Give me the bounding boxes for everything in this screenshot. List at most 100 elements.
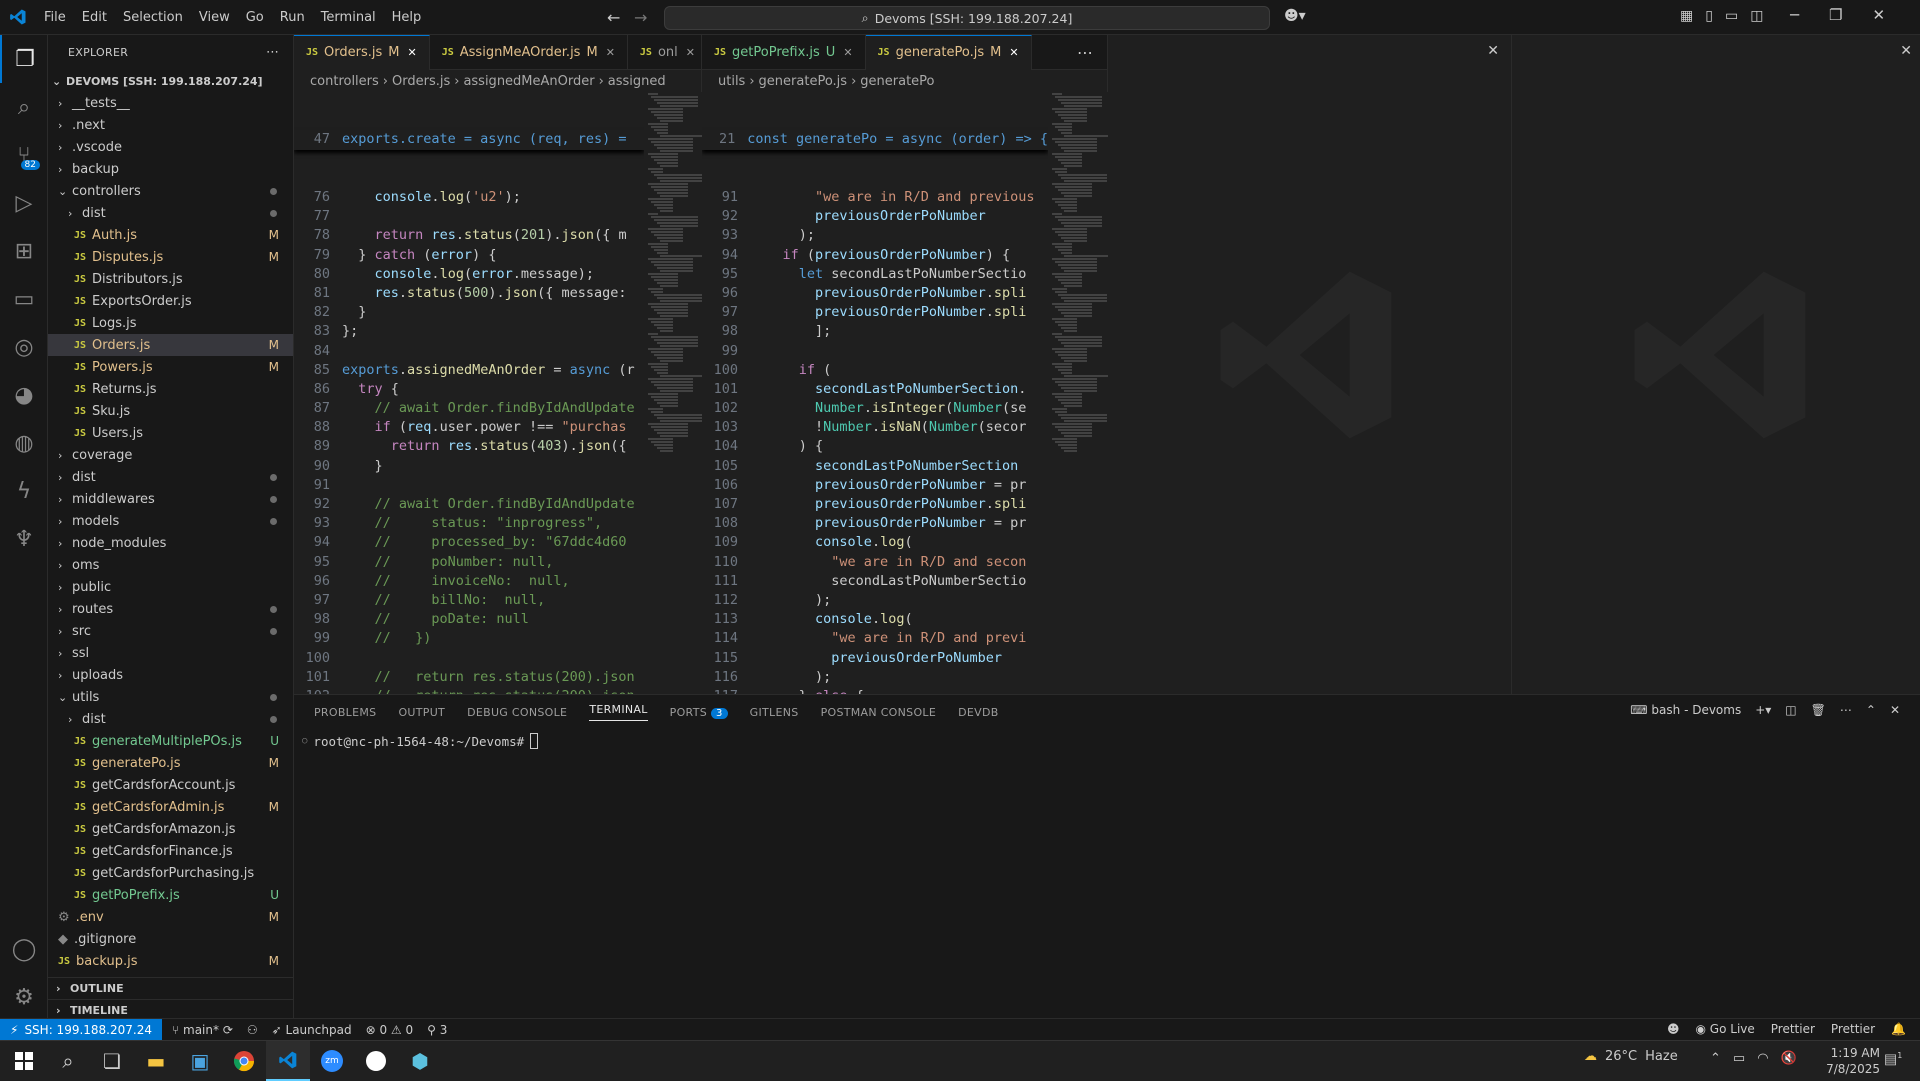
code-line[interactable]: 94 if (previousOrderPoNumber) { <box>702 246 1048 265</box>
folder-item[interactable]: › public <box>48 576 293 598</box>
menu-terminal[interactable]: Terminal <box>313 10 384 25</box>
panel-tab-terminal[interactable]: TERMINAL <box>589 703 648 721</box>
chrome-icon[interactable] <box>222 1041 266 1081</box>
code-line[interactable]: 108 previousOrderPoNumber = pr <box>702 514 1048 533</box>
remote-indicator[interactable]: ⚡ SSH: 199.188.207.24 <box>0 1018 162 1041</box>
windows-start-icon[interactable] <box>2 1041 46 1081</box>
code-line[interactable]: 97 previousOrderPoNumber.spli <box>702 303 1048 322</box>
database-icon[interactable]: ◍ <box>0 419 48 467</box>
file-item[interactable]: ◆ .gitignore <box>48 928 293 950</box>
back-arrow-icon[interactable]: ← <box>607 8 620 27</box>
forward-arrow-icon[interactable]: → <box>634 8 647 27</box>
code-line[interactable]: 94 // processed_by: "67ddc4d60 <box>294 533 644 552</box>
code-editor[interactable]: 47 exports.create = async (req, res) = 76… <box>294 92 644 694</box>
folder-item[interactable]: ⌄ utils <box>48 686 293 708</box>
code-line[interactable]: 112 ); <box>702 591 1048 610</box>
menu-view[interactable]: View <box>191 10 238 25</box>
code-line[interactable]: 78 return res.status(201).json({ m <box>294 226 644 245</box>
folder-item[interactable]: › coverage <box>48 444 293 466</box>
file-item[interactable]: JS Auth.js M <box>48 224 293 246</box>
folder-item[interactable]: › .next <box>48 114 293 136</box>
app-icon[interactable] <box>354 1041 398 1081</box>
folder-item[interactable]: › __tests__ <box>48 92 293 114</box>
code-line[interactable]: 89 return res.status(403).json({ <box>294 437 644 456</box>
code-line[interactable]: 84 <box>294 342 644 361</box>
code-line[interactable]: 116 ); <box>702 668 1048 687</box>
close-panel-icon[interactable]: ✕ <box>1890 703 1900 717</box>
run-debug-icon[interactable]: ▷ <box>0 179 48 227</box>
go-live-button[interactable]: ◉ Go Live <box>1696 1022 1755 1036</box>
copilot-icon[interactable]: ☻▾ <box>1284 8 1306 24</box>
breadcrumb-item[interactable]: controllers <box>310 74 379 89</box>
clock[interactable]: 1:19 AM 7/8/2025 <box>1810 1045 1880 1077</box>
close-tab-icon[interactable]: ✕ <box>843 46 852 59</box>
panel-tab-postman-console[interactable]: POSTMAN CONSOLE <box>821 706 937 719</box>
code-line[interactable]: 85 exports.assignedMeAnOrder = async (r <box>294 361 644 380</box>
restore-button[interactable]: ❐ <box>1829 6 1842 24</box>
file-item[interactable]: JS getCardsforAccount.js <box>48 774 293 796</box>
code-line[interactable]: 92 // await Order.findByIdAndUpdate <box>294 495 644 514</box>
file-item[interactable]: ⚙ .env M <box>48 906 293 928</box>
editor-tab[interactable]: JS onl ✕ <box>628 34 708 70</box>
breadcrumb-item[interactable]: assignedMeAnOrder <box>463 74 594 89</box>
volume-mute-icon[interactable]: 🔇 <box>1781 1051 1797 1066</box>
code-line[interactable]: 98 ]; <box>702 322 1048 341</box>
breadcrumb-item[interactable]: generatePo.js <box>759 74 848 89</box>
code-line[interactable]: 82 } <box>294 303 644 322</box>
file-item[interactable]: JS Powers.js M <box>48 356 293 378</box>
more-actions-icon[interactable]: ⋯ <box>1077 43 1093 62</box>
account-icon[interactable]: ◯ <box>0 925 48 973</box>
code-line[interactable]: 103 !Number.isNaN(Number(secor <box>702 418 1048 437</box>
menu-help[interactable]: Help <box>384 10 430 25</box>
toggle-secondary-sidebar-icon[interactable]: ◫ <box>1750 8 1763 24</box>
file-item[interactable]: JS getCardsforAmazon.js <box>48 818 293 840</box>
code-line[interactable]: 93 ); <box>702 226 1048 245</box>
file-item[interactable]: JS generatePo.js M <box>48 752 293 774</box>
folder-item[interactable]: › oms <box>48 554 293 576</box>
code-line[interactable]: 92 previousOrderPoNumber <box>702 207 1048 226</box>
code-line[interactable]: 115 previousOrderPoNumber <box>702 649 1048 668</box>
editor-tab[interactable]: JS Orders.js M ✕ <box>294 34 430 70</box>
task-view-icon[interactable]: ❏ <box>90 1041 134 1081</box>
more-actions-icon[interactable]: ⋯ <box>266 45 279 60</box>
panel-tab-output[interactable]: OUTPUT <box>398 706 445 719</box>
minimap[interactable] <box>1048 92 1108 694</box>
folder-item[interactable]: › uploads <box>48 664 293 686</box>
weather-text[interactable]: Haze <box>1645 1049 1678 1064</box>
code-line[interactable]: 81 res.status(500).json({ message: <box>294 284 644 303</box>
code-line[interactable]: 90 } <box>294 457 644 476</box>
code-line[interactable]: 93 // status: "inprogress", <box>294 514 644 533</box>
problems-indicator[interactable]: ⊗ 0 ⚠ 0 <box>366 1023 414 1037</box>
menu-edit[interactable]: Edit <box>74 10 115 25</box>
file-item[interactable]: JS Returns.js <box>48 378 293 400</box>
breadcrumb-item[interactable]: Orders.js <box>392 74 450 89</box>
toggle-panel-icon[interactable]: ▭ <box>1725 8 1738 24</box>
file-item[interactable]: JS getCardsforFinance.js <box>48 840 293 862</box>
branch-indicator[interactable]: ⑂ main* ⟳ <box>172 1023 233 1037</box>
bell-icon[interactable]: 🔔 <box>1891 1022 1906 1036</box>
sticky-scroll-line[interactable]: 47 exports.create = async (req, res) = <box>294 130 644 150</box>
prettier-status[interactable]: Prettier <box>1771 1022 1815 1036</box>
close-group-icon[interactable]: ✕ <box>1487 43 1499 59</box>
folder-item[interactable]: › dist <box>48 202 293 224</box>
app-icon-2[interactable]: ⬢ <box>398 1041 442 1081</box>
terminal[interactable]: ○ root@nc-ph-1564-48:~/Devoms# <box>294 733 1920 749</box>
outline-section[interactable]: › OUTLINE <box>48 977 294 999</box>
notifications-icon[interactable]: ▤1 <box>1884 1051 1902 1068</box>
panel-tab-debug-console[interactable]: DEBUG CONSOLE <box>467 706 567 719</box>
code-line[interactable]: 110 "we are in R/D and secon <box>702 553 1048 572</box>
minimap[interactable] <box>644 92 702 694</box>
zoom-icon[interactable]: zm <box>310 1041 354 1081</box>
close-tab-icon[interactable]: ✕ <box>606 46 615 59</box>
breadcrumb-item[interactable]: assigned <box>608 74 666 89</box>
code-line[interactable]: 87 // await Order.findByIdAndUpdate <box>294 399 644 418</box>
folder-item[interactable]: › src <box>48 620 293 642</box>
breadcrumb-item[interactable]: utils <box>718 74 745 89</box>
explorer-icon[interactable]: ❐ <box>0 35 48 83</box>
code-line[interactable]: 99 // }) <box>294 629 644 648</box>
menu-selection[interactable]: Selection <box>115 10 191 25</box>
close-tab-icon[interactable]: ✕ <box>1009 46 1018 59</box>
gitlens-icon[interactable]: ◎ <box>0 323 48 371</box>
panel-tab-devdb[interactable]: DEVDB <box>958 706 998 719</box>
code-line[interactable]: 100 <box>294 649 644 668</box>
